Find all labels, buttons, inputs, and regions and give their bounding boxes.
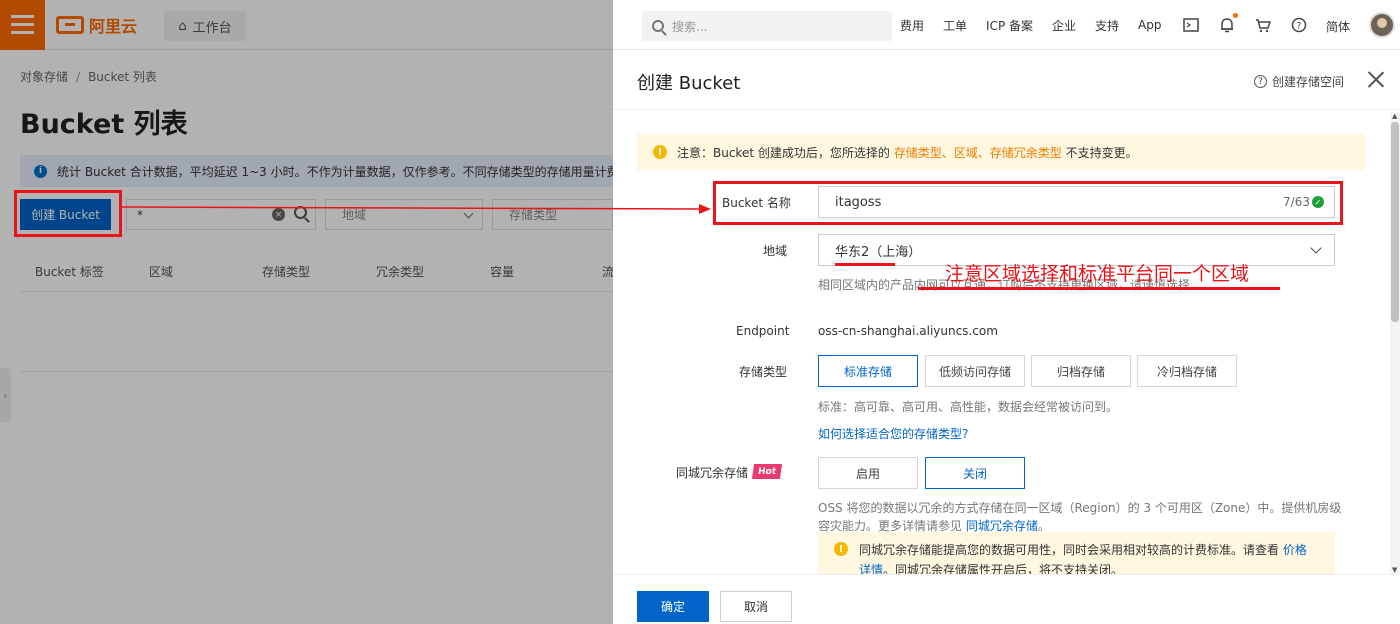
character-counter: 7/63 ✓ xyxy=(1283,195,1324,209)
redundancy-doc-link[interactable]: 同城冗余存储 xyxy=(966,519,1038,533)
bell-icon[interactable] xyxy=(1218,13,1238,34)
storage-option-archive[interactable]: 归档存储 xyxy=(1031,355,1131,387)
question-icon: ? xyxy=(1254,75,1267,88)
redundancy-pricing-warning: ! 同城冗余存储能提高您的数据可用性，同时会采用相对较高的计费标准。请查看 价格… xyxy=(818,532,1335,577)
global-search-input[interactable]: 搜索... xyxy=(642,11,892,41)
warning-icon: ! xyxy=(834,542,848,556)
notification-dot xyxy=(1233,13,1238,18)
storage-type-help-link[interactable]: 如何选择适合您的存储类型? xyxy=(818,425,968,442)
drawer-title: 创建 Bucket xyxy=(637,73,741,94)
scrollbar-thumb[interactable] xyxy=(1391,122,1399,322)
storage-type-label: 存储类型 xyxy=(739,365,788,379)
cancel-button[interactable]: 取消 xyxy=(720,591,792,622)
scroll-down-icon[interactable]: ▼ xyxy=(1392,566,1397,574)
bucket-name-value: itagoss xyxy=(835,194,882,210)
search-placeholder: 搜索... xyxy=(672,19,708,34)
user-avatar[interactable] xyxy=(1369,12,1395,38)
redundancy-description-line1: OSS 将您的数据以冗余的方式存储在同一区域（Region）的 3 个可用区（Z… xyxy=(818,501,1342,515)
top-nav-icons: ? xyxy=(1182,0,1326,50)
nav-link-app[interactable]: App xyxy=(1138,18,1161,32)
redundancy-option-disable[interactable]: 关闭 xyxy=(925,457,1025,489)
annotation-text: 注意区域选择和标准平台同一个区域 xyxy=(945,263,1250,285)
top-nav-links: 费用 工单 ICP 备案 企业 支持 App xyxy=(900,0,1181,50)
region-label: 地域 xyxy=(763,244,788,258)
pricing-link[interactable]: 价格 xyxy=(1283,543,1307,557)
warning-icon: ! xyxy=(653,145,667,159)
nav-link-enterprise[interactable]: 企业 xyxy=(1052,17,1076,34)
modal-overlay[interactable] xyxy=(0,0,613,624)
storage-option-cold-archive[interactable]: 冷归档存储 xyxy=(1137,355,1237,387)
storage-option-standard[interactable]: 标准存储 xyxy=(818,355,918,387)
scroll-up-icon[interactable]: ▲ xyxy=(1392,112,1397,120)
drawer-scrollbar[interactable]: ▲ ▼ xyxy=(1390,112,1400,574)
help-icon[interactable]: ? xyxy=(1290,16,1308,34)
annotation-underline-region xyxy=(835,263,895,266)
nav-link-support[interactable]: 支持 xyxy=(1095,17,1119,34)
confirm-button[interactable]: 确定 xyxy=(637,591,709,622)
cart-icon[interactable] xyxy=(1254,16,1272,34)
redundancy-option-enable[interactable]: 启用 xyxy=(818,457,918,489)
drawer-footer: 确定 取消 xyxy=(613,574,1400,624)
warning-line1: 同城冗余存储能提高您的数据可用性，同时会采用相对较高的计费标准。请查看 价格 xyxy=(859,543,1307,557)
redundancy-label: 同城冗余存储 xyxy=(676,466,749,480)
check-circle-icon: ✓ xyxy=(1312,196,1324,208)
search-icon xyxy=(652,20,664,32)
close-icon[interactable] xyxy=(1367,70,1385,88)
chevron-down-icon xyxy=(1310,242,1322,254)
immutable-settings-warning: ! 注意：Bucket 创建成功后，您所选择的 存储类型、区域、存储冗余类型 不… xyxy=(637,134,1365,170)
language-switch[interactable]: 简体 xyxy=(1326,18,1350,35)
svg-text:?: ? xyxy=(1297,22,1302,32)
endpoint-label: Endpoint xyxy=(736,324,790,338)
warning-text: 注意：Bucket 创建成功后，您所选择的 存储类型、区域、存储冗余类型 不支持… xyxy=(677,145,1138,160)
region-value: 华东2（上海） xyxy=(835,244,922,260)
terminal-icon[interactable] xyxy=(1182,16,1200,34)
help-link[interactable]: ? 创建存储空间 xyxy=(1254,73,1344,90)
annotation-underline-text xyxy=(918,287,1280,290)
endpoint-value: oss-cn-shanghai.aliyuncs.com xyxy=(818,324,998,338)
nav-link-billing[interactable]: 费用 xyxy=(900,17,924,34)
storage-option-infrequent[interactable]: 低频访问存储 xyxy=(925,355,1025,387)
drawer-header: 创建 Bucket ? 创建存储空间 xyxy=(613,50,1400,110)
help-link-label: 创建存储空间 xyxy=(1272,75,1345,89)
create-bucket-drawer: 创建 Bucket ? 创建存储空间 ▲ ▼ ! 注意：Bucket 创建成功后… xyxy=(613,50,1400,624)
nav-link-tickets[interactable]: 工单 xyxy=(943,17,967,34)
hot-badge: Hot xyxy=(751,464,783,479)
storage-type-description: 标准：高可靠、高可用、高性能，数据会经常被访问到。 xyxy=(818,400,1119,414)
bucket-name-label: Bucket 名称 xyxy=(722,196,791,210)
nav-link-icp[interactable]: ICP 备案 xyxy=(986,17,1033,34)
bucket-name-input[interactable]: itagoss 7/63 ✓ xyxy=(818,186,1335,218)
